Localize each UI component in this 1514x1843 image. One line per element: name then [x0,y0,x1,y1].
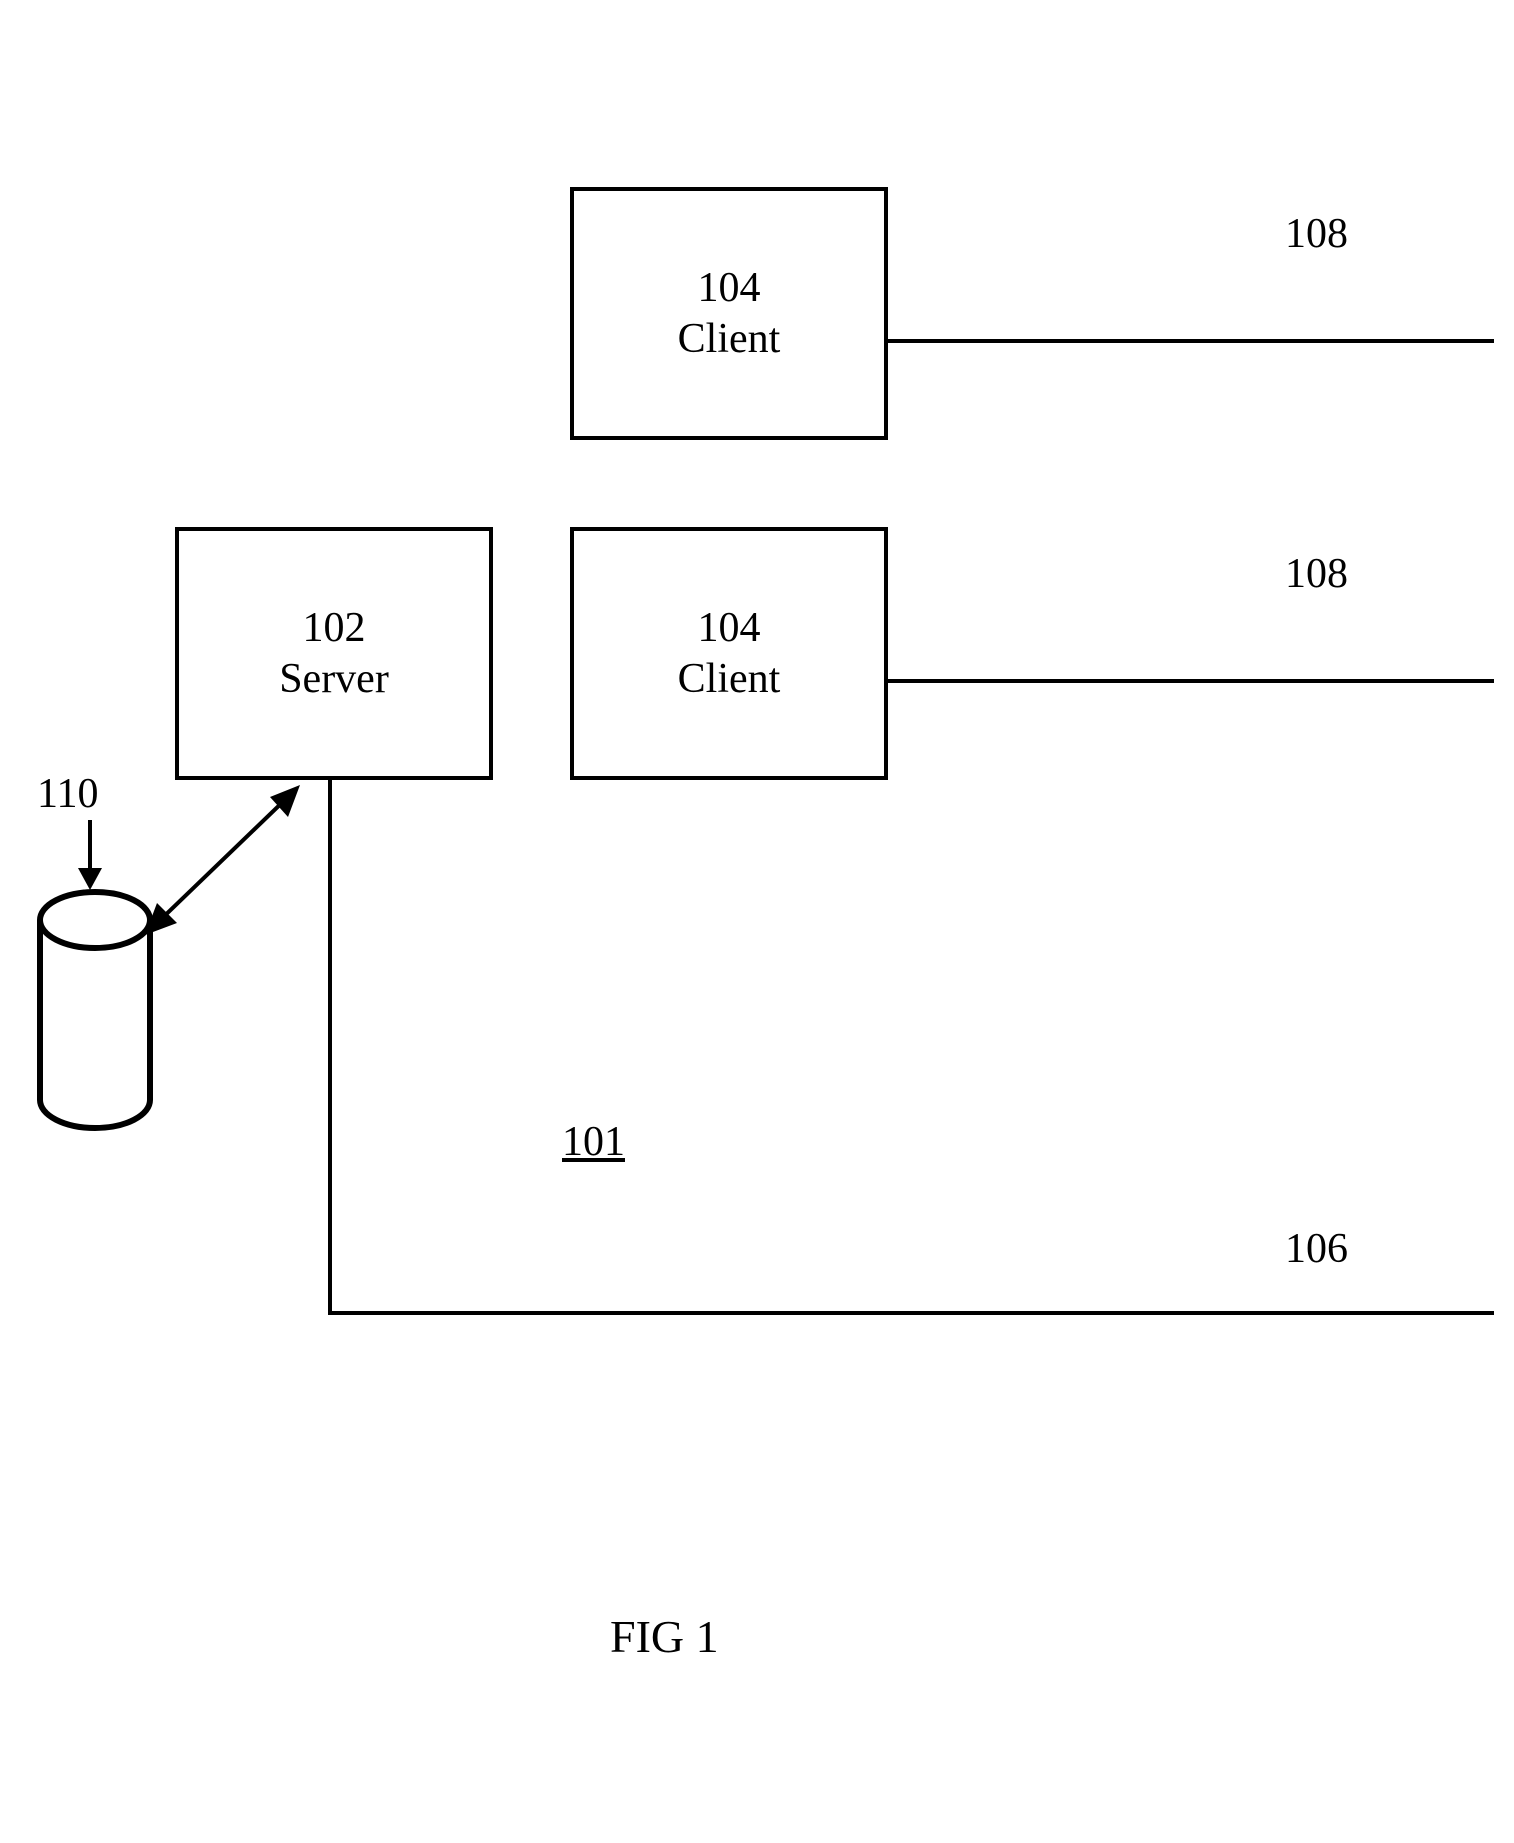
client-mid-num: 104 [698,603,761,653]
figure-caption: FIG 1 [610,1610,719,1663]
arrow-110-to-cylinder [70,820,110,900]
arrow-db-server [125,775,325,955]
line-client-top-right [884,339,1494,343]
label-108-mid: 108 [1285,550,1348,598]
client-top-name: Client [678,314,781,364]
client-mid-name: Client [678,654,781,704]
client-top-box: 104 Client [570,187,888,440]
server-box: 102 Server [175,527,493,780]
server-num: 102 [303,603,366,653]
client-mid-box: 104 Client [570,527,888,780]
client-top-num: 104 [698,263,761,313]
line-server-down [328,776,332,1315]
label-110: 110 [37,770,98,818]
label-108-top: 108 [1285,210,1348,258]
label-106: 106 [1285,1225,1348,1273]
line-bottom-right [328,1311,1494,1315]
label-101: 101 [562,1118,625,1166]
server-name: Server [279,654,389,704]
line-client-mid-right [884,679,1494,683]
